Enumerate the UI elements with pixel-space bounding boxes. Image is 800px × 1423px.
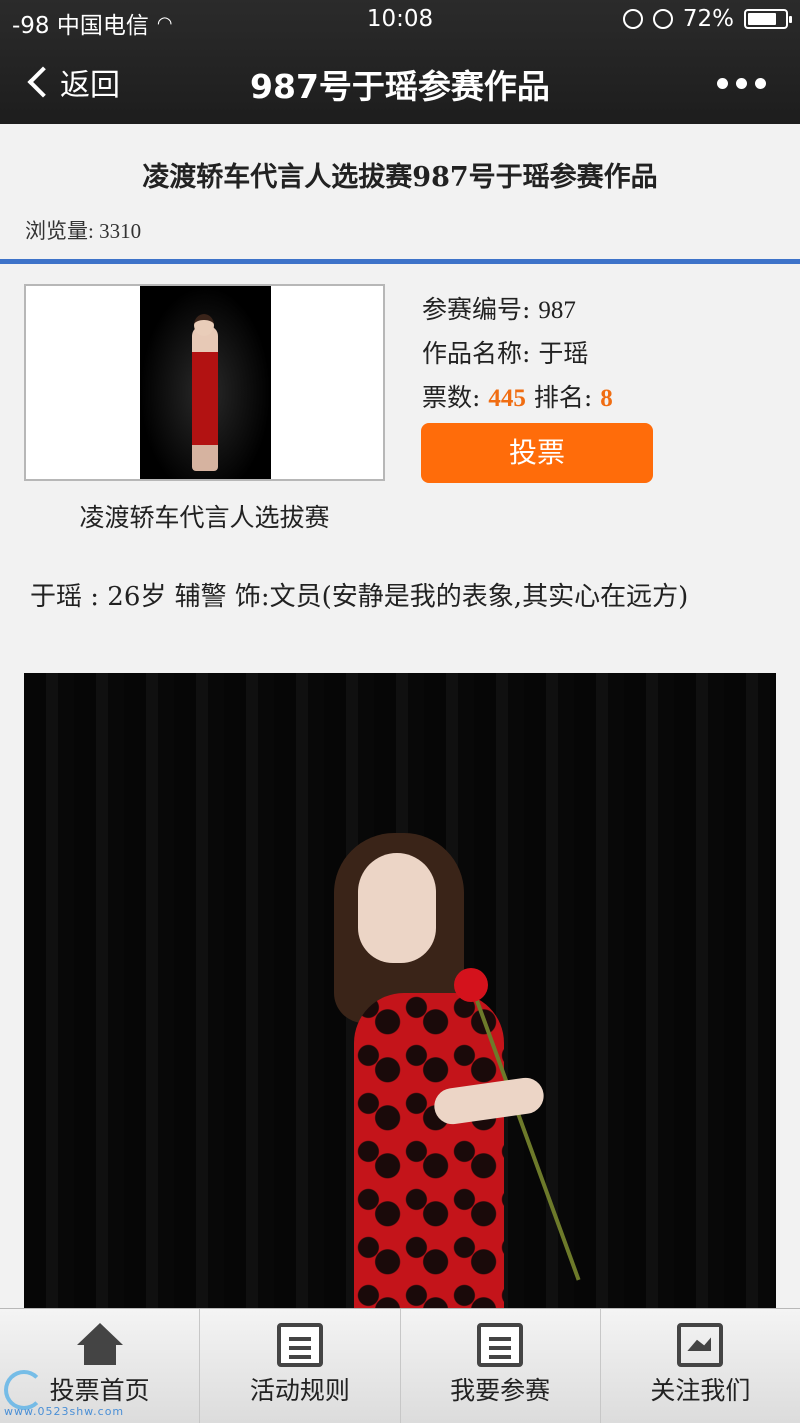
views-label: 浏览量: bbox=[25, 219, 94, 243]
section-divider bbox=[0, 259, 800, 264]
entry-name-label: 作品名称: bbox=[422, 339, 531, 368]
votes-label: 票数: bbox=[422, 383, 481, 412]
views-value: 3310 bbox=[99, 219, 142, 243]
status-right: 72% bbox=[622, 6, 792, 32]
photo-subject bbox=[314, 833, 581, 1313]
rose bbox=[454, 968, 488, 1002]
document-icon bbox=[276, 1323, 323, 1367]
rank-value: 8 bbox=[600, 385, 613, 412]
subject-dress bbox=[354, 993, 504, 1313]
more-button[interactable] bbox=[717, 78, 766, 89]
watermark-logo bbox=[4, 1370, 44, 1410]
votes-rank-row: 票数: 445 排名: 8 bbox=[422, 378, 613, 414]
tab-label: 我要参赛 bbox=[450, 1376, 551, 1405]
entry-photo bbox=[24, 673, 776, 1313]
tab-rules[interactable]: 活动规则 bbox=[199, 1309, 399, 1423]
thumbnail-photo bbox=[140, 286, 271, 479]
status-bar: -98 中国电信 ◠ 10:08 72% bbox=[0, 0, 800, 40]
subject-face bbox=[358, 853, 436, 963]
vote-button[interactable]: 投票 bbox=[421, 423, 653, 483]
contest-name: 凌渡轿车代言人选拔赛 bbox=[79, 503, 330, 532]
tab-label: 关注我们 bbox=[650, 1376, 751, 1405]
rotation-lock-icon bbox=[622, 9, 643, 29]
entry-description: 于瑶 : 26岁 辅警 饰:文员(安静是我的表象,其实心在远方) bbox=[30, 582, 689, 612]
tab-join[interactable]: 我要参赛 bbox=[399, 1309, 600, 1423]
nav-bar: 返回 987号于瑶参赛作品 bbox=[0, 40, 800, 124]
battery-icon bbox=[744, 9, 792, 29]
nav-title: 987号于瑶参赛作品 bbox=[250, 67, 550, 106]
entry-number-label: 参赛编号: bbox=[422, 295, 531, 324]
more-dot-icon bbox=[736, 78, 747, 89]
views-count: 浏览量: 3310 bbox=[25, 215, 141, 245]
edit-icon bbox=[477, 1323, 524, 1367]
votes-count: 445 bbox=[488, 385, 526, 412]
more-dot-icon bbox=[755, 78, 766, 89]
entry-number-row: 参赛编号: 987 bbox=[422, 290, 576, 326]
figure-head bbox=[194, 314, 214, 336]
figure-shape bbox=[192, 326, 218, 471]
page-heading: 凌渡轿车代言人选拔赛987号于瑶参赛作品 bbox=[142, 162, 658, 193]
home-icon bbox=[76, 1323, 123, 1367]
top-bar: -98 中国电信 ◠ 10:08 72% 返回 987号于瑶参赛作品 bbox=[0, 0, 800, 124]
more-dot-icon bbox=[717, 78, 728, 89]
entry-name-row: 作品名称: 于瑶 bbox=[422, 334, 588, 370]
entry-number: 987 bbox=[538, 297, 576, 324]
watermark: www.0523shw.com bbox=[4, 1405, 125, 1418]
photo-icon bbox=[677, 1323, 724, 1367]
tab-follow[interactable]: 关注我们 bbox=[599, 1309, 800, 1423]
rank-label: 排名: bbox=[533, 383, 593, 412]
alarm-icon bbox=[652, 9, 673, 29]
entry-thumbnail[interactable] bbox=[24, 284, 385, 481]
battery-percent: 72% bbox=[682, 6, 734, 32]
tab-label: 活动规则 bbox=[249, 1376, 350, 1405]
entry-name: 于瑶 bbox=[538, 339, 589, 368]
